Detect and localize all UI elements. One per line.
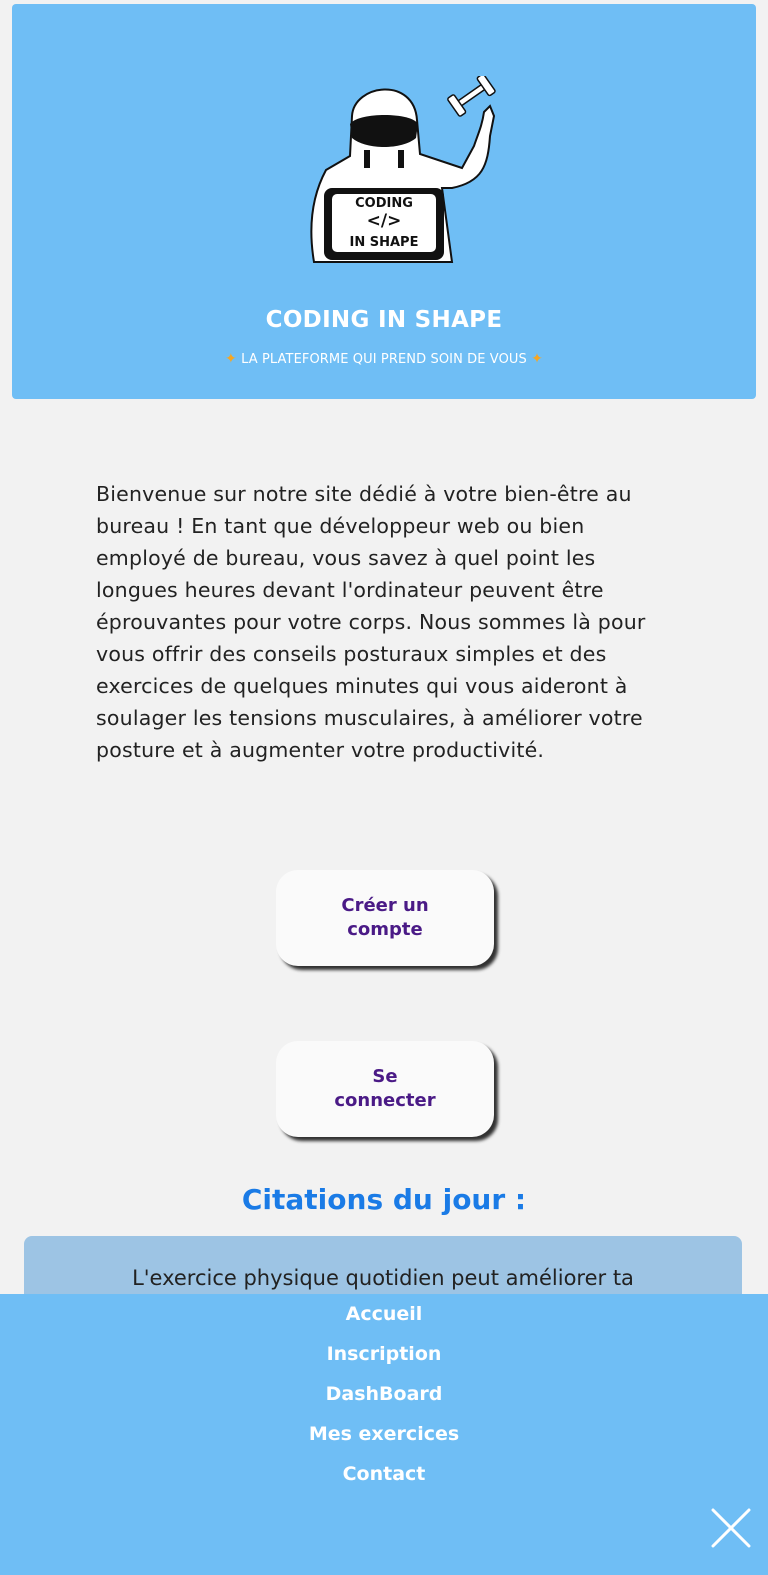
create-account-button[interactable]: Créer un compte (276, 870, 494, 966)
nav-item-inscription[interactable]: Inscription (0, 1343, 768, 1365)
nav-item-accueil[interactable]: Accueil (0, 1303, 768, 1325)
sparkle-icon: ✦ (531, 351, 543, 367)
hero-banner: CODING </> IN SHAPE CODING IN SHAPE ✦ LA… (12, 4, 756, 399)
quote-text: L'exercice physique quotidien peut améli… (132, 1266, 634, 1290)
site-title: CODING IN SHAPE (265, 307, 503, 333)
nav-item-contact[interactable]: Contact (0, 1463, 768, 1485)
login-button[interactable]: Se connecter (276, 1041, 494, 1137)
mobile-nav-menu: Accueil Inscription DashBoard Mes exerci… (0, 1294, 768, 1575)
nav-item-mes-exercices[interactable]: Mes exercices (0, 1423, 768, 1445)
tagline-text: LA PLATEFORME QUI PREND SOIN DE VOUS (241, 352, 527, 367)
quotes-heading: Citations du jour : (241, 1183, 527, 1216)
nav-item-dashboard[interactable]: DashBoard (0, 1383, 768, 1405)
site-tagline: ✦ LA PLATEFORME QUI PREND SOIN DE VOUS ✦ (12, 351, 756, 367)
coding-in-shape-logo: CODING </> IN SHAPE (310, 76, 496, 263)
logo-text-code-symbol: </> (367, 211, 402, 231)
logo-text-coding: CODING (355, 196, 413, 211)
sparkle-icon: ✦ (225, 351, 237, 367)
logo-text-in-shape: IN SHAPE (350, 235, 419, 250)
close-icon[interactable] (710, 1507, 752, 1549)
intro-paragraph: Bienvenue sur notre site dédié à votre b… (96, 482, 646, 762)
